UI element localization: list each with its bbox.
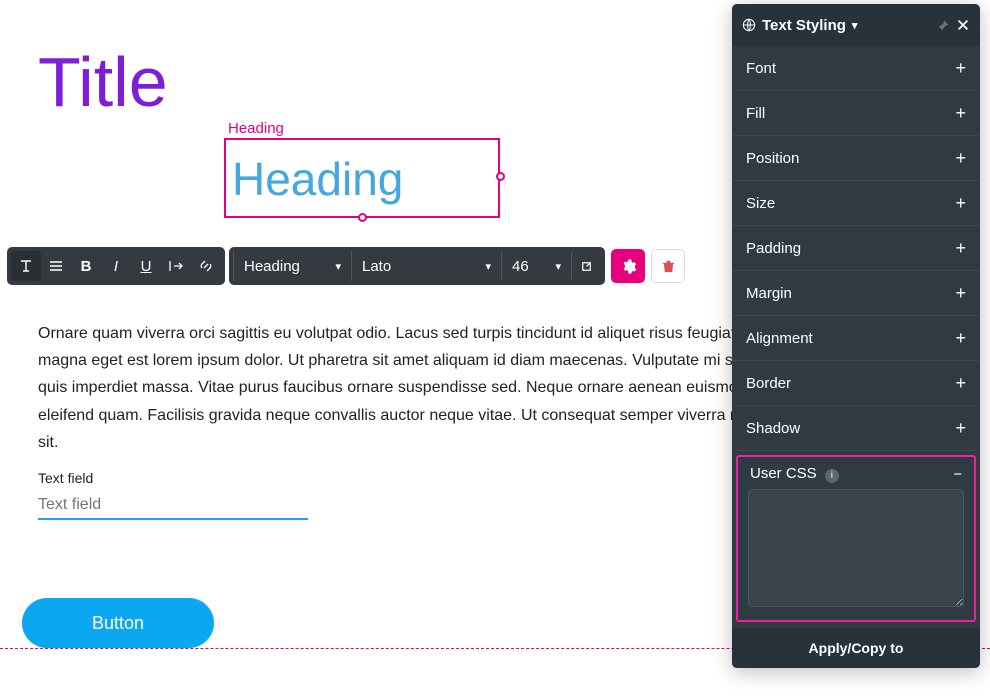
- align-icon[interactable]: [41, 251, 71, 281]
- expand-icon: +: [955, 238, 966, 259]
- bold-button[interactable]: B: [71, 251, 101, 281]
- button-label: Button: [92, 613, 144, 634]
- chevron-down-icon[interactable]: ▾: [852, 19, 858, 32]
- text-style-icon[interactable]: [11, 251, 41, 281]
- apply-copy-button[interactable]: Apply/Copy to: [732, 628, 980, 668]
- font-size-dropdown[interactable]: 46 ▾: [501, 251, 571, 281]
- title-element[interactable]: Title: [38, 42, 168, 122]
- section-label: Fill: [746, 105, 765, 122]
- delete-button[interactable]: [651, 249, 685, 283]
- section-border[interactable]: Border +: [732, 361, 980, 406]
- section-shadow[interactable]: Shadow +: [732, 406, 980, 451]
- section-font[interactable]: Font +: [732, 46, 980, 91]
- text-style-value: Heading: [244, 258, 300, 275]
- section-label: Margin: [746, 285, 792, 302]
- section-size[interactable]: Size +: [732, 181, 980, 226]
- info-icon[interactable]: i: [825, 469, 839, 483]
- expand-icon: +: [955, 328, 966, 349]
- expand-icon: +: [955, 373, 966, 394]
- selection-label: Heading: [228, 120, 284, 137]
- expand-icon: +: [955, 58, 966, 79]
- toolbar-group-typography: Heading ▾ Lato ▾ 46 ▾: [229, 247, 605, 285]
- expand-icon: +: [955, 283, 966, 304]
- section-label: Padding: [746, 240, 801, 257]
- font-family-dropdown[interactable]: Lato ▾: [351, 251, 501, 281]
- indent-icon[interactable]: [161, 251, 191, 281]
- underline-button[interactable]: U: [131, 251, 161, 281]
- expand-icon: +: [955, 148, 966, 169]
- section-label: Shadow: [746, 420, 800, 437]
- section-position[interactable]: Position +: [732, 136, 980, 181]
- section-padding[interactable]: Padding +: [732, 226, 980, 271]
- expand-icon: +: [955, 193, 966, 214]
- panel-title: Text Styling: [762, 17, 846, 34]
- pin-icon[interactable]: [937, 19, 950, 32]
- panel-footer-label: Apply/Copy to: [809, 640, 904, 656]
- user-css-textarea[interactable]: [748, 489, 964, 607]
- resize-handle-right[interactable]: [496, 172, 505, 181]
- italic-button[interactable]: I: [101, 251, 131, 281]
- heading-element[interactable]: Heading: [232, 152, 403, 206]
- text-field-label: Text field: [38, 470, 93, 486]
- style-panel: Text Styling ▾ Font + Fill + Position + …: [732, 4, 980, 668]
- panel-header[interactable]: Text Styling ▾: [732, 4, 980, 46]
- settings-button[interactable]: [611, 249, 645, 283]
- section-alignment[interactable]: Alignment +: [732, 316, 980, 361]
- chevron-down-icon: ▾: [485, 260, 491, 273]
- user-css-header[interactable]: User CSS i −: [738, 457, 974, 489]
- font-family-value: Lato: [362, 258, 391, 275]
- text-field-input[interactable]: [38, 492, 308, 520]
- section-label: Font: [746, 60, 776, 77]
- text-toolbar: B I U Heading ▾ Lato ▾ 46 ▾: [7, 247, 685, 285]
- chevron-down-icon: ▾: [555, 260, 561, 273]
- section-label: Alignment: [746, 330, 813, 347]
- button-element[interactable]: Button: [22, 598, 214, 648]
- open-external-icon[interactable]: [571, 251, 601, 281]
- section-margin[interactable]: Margin +: [732, 271, 980, 316]
- close-icon[interactable]: [956, 18, 970, 32]
- resize-handle-bottom[interactable]: [358, 213, 367, 222]
- section-label: Size: [746, 195, 775, 212]
- collapse-icon: −: [953, 466, 962, 483]
- link-icon[interactable]: [191, 251, 221, 281]
- section-fill[interactable]: Fill +: [732, 91, 980, 136]
- expand-icon: +: [955, 103, 966, 124]
- section-label: Position: [746, 150, 799, 167]
- text-style-dropdown[interactable]: Heading ▾: [233, 251, 351, 281]
- chevron-down-icon: ▾: [335, 260, 341, 273]
- expand-icon: +: [955, 418, 966, 439]
- toolbar-group-format: B I U: [7, 247, 225, 285]
- font-size-value: 46: [512, 258, 529, 275]
- globe-icon: [742, 18, 756, 32]
- section-label: Border: [746, 375, 791, 392]
- user-css-section: User CSS i −: [736, 455, 976, 622]
- user-css-label: User CSS: [750, 465, 817, 482]
